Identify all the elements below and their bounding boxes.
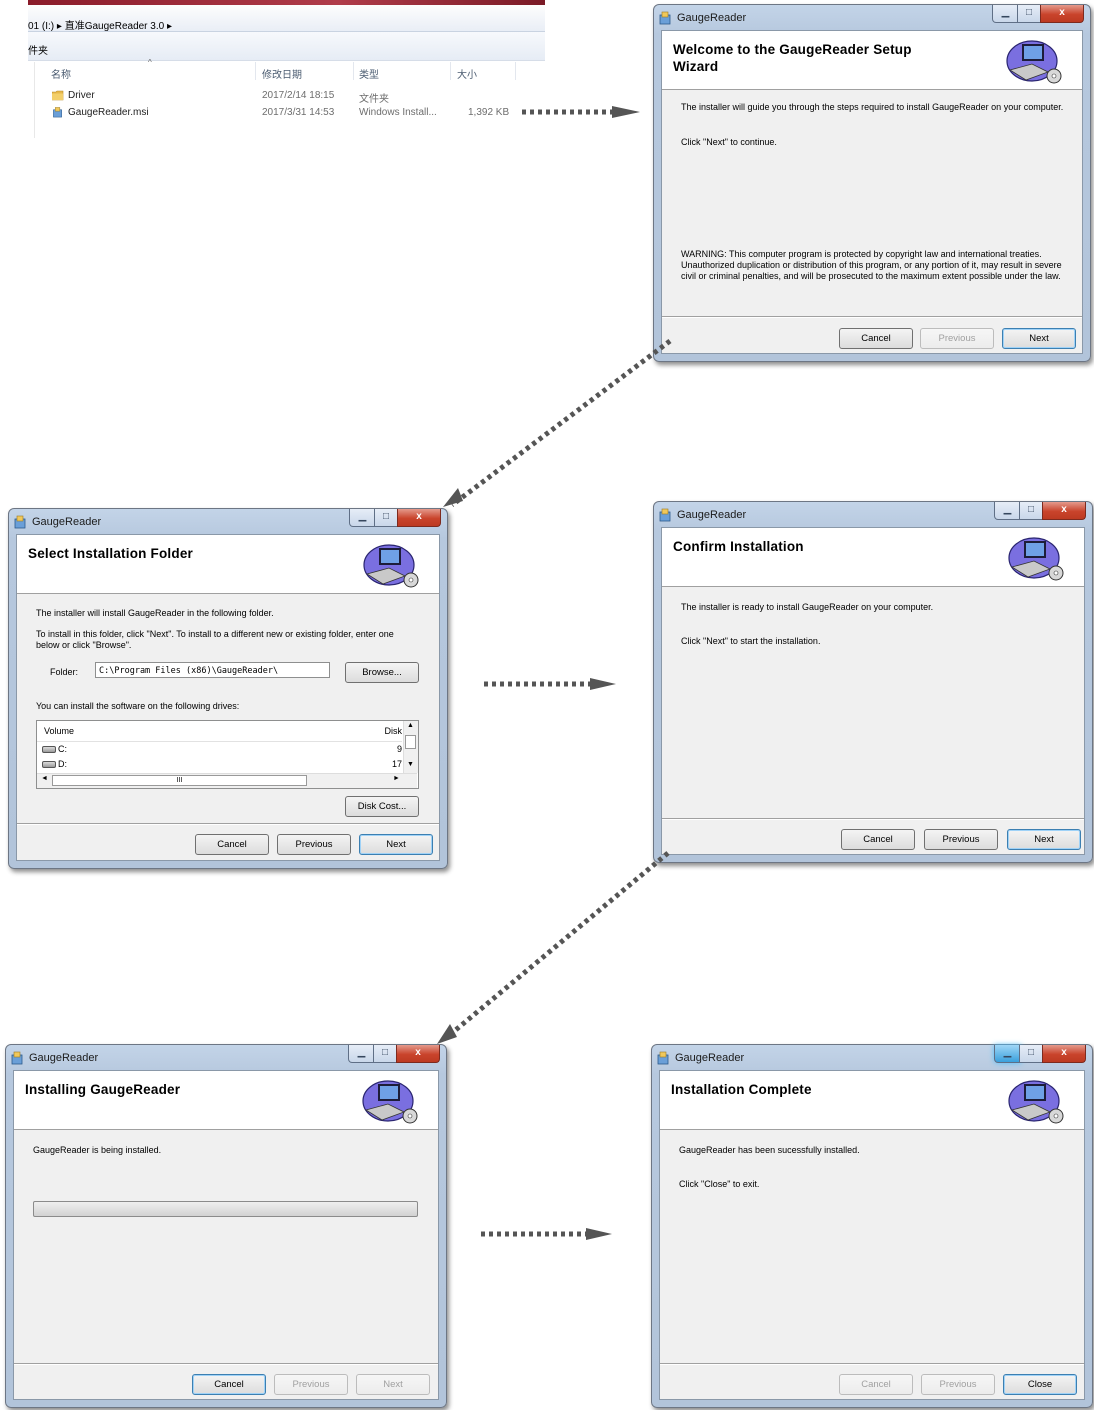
arrowhead bbox=[437, 1024, 457, 1044]
arrowhead bbox=[590, 678, 616, 690]
arrowhead bbox=[612, 106, 640, 118]
arrowhead bbox=[443, 488, 463, 507]
arrow-to-folder bbox=[450, 339, 672, 507]
arrow-to-installing bbox=[450, 851, 670, 1035]
flow-arrows bbox=[437, 106, 672, 1240]
arrowhead bbox=[586, 1228, 612, 1240]
